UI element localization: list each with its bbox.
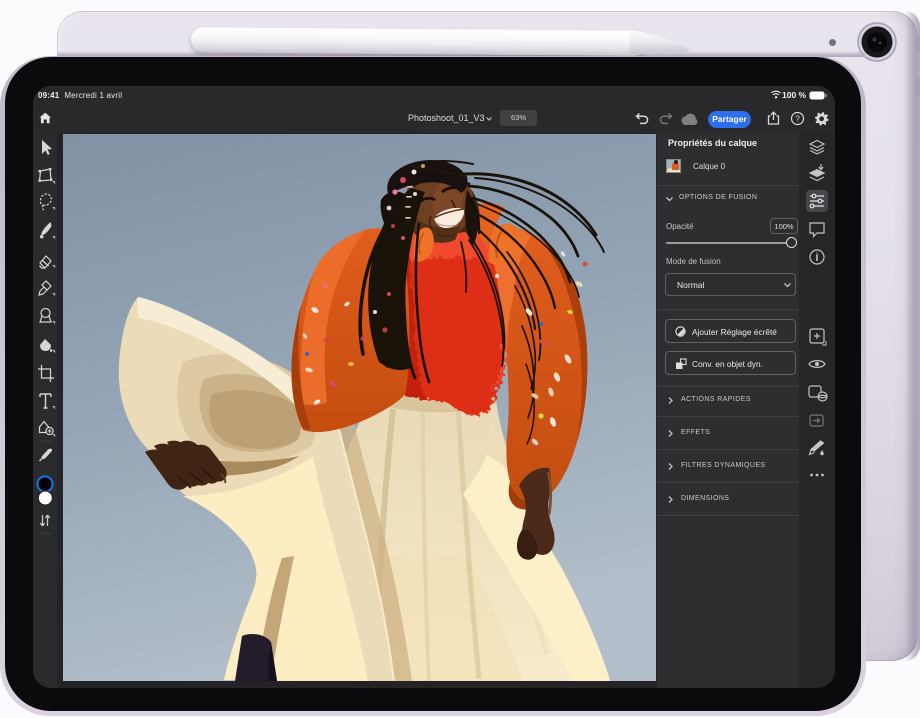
svg-text:?: ? — [795, 114, 800, 124]
